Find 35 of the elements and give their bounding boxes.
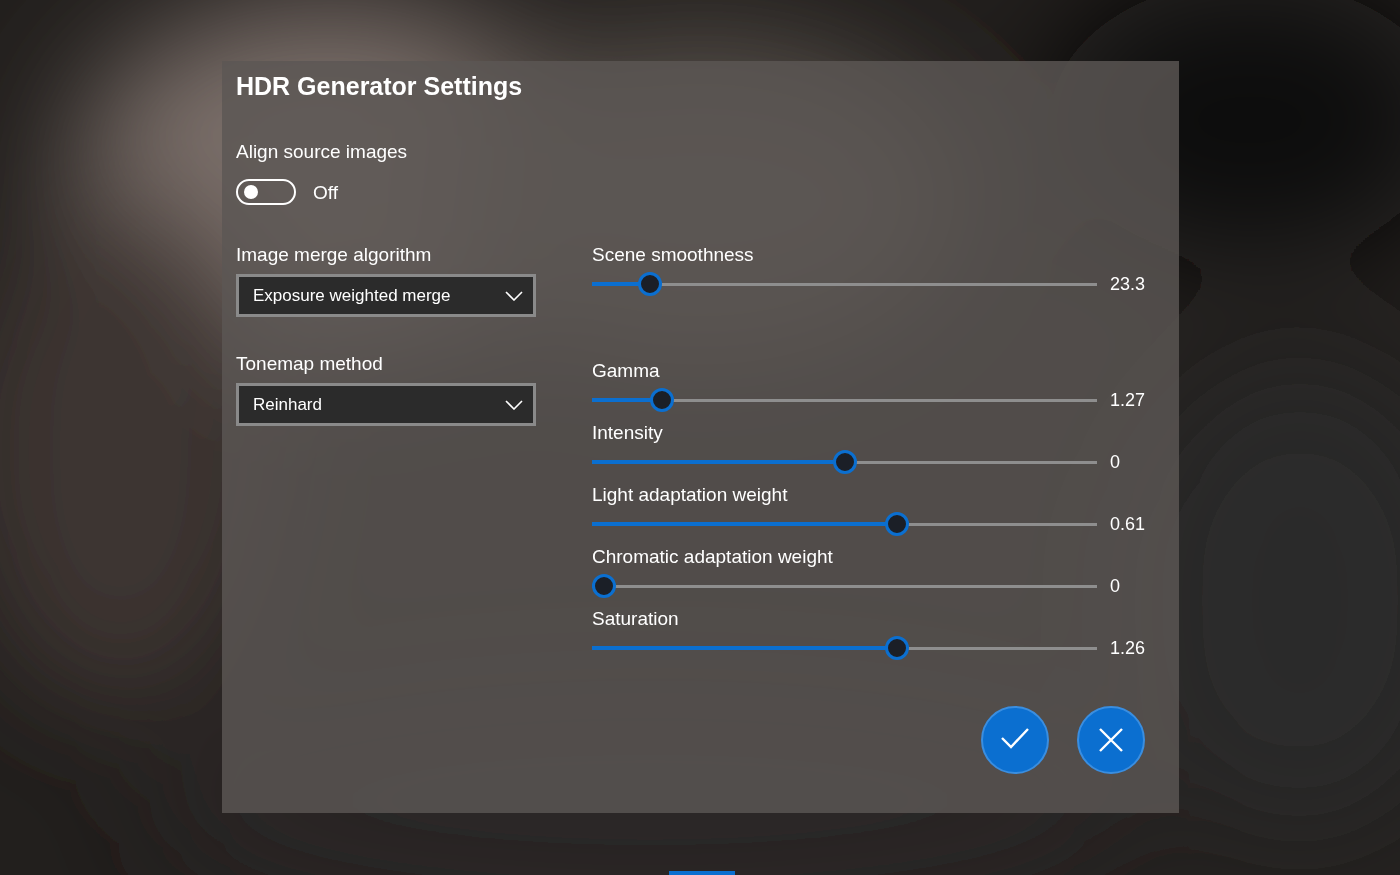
slider-thumb[interactable]	[832, 450, 857, 474]
slider-thumb[interactable]	[649, 388, 674, 412]
slider-thumb[interactable]	[885, 636, 910, 660]
field-label: Image merge algorithm	[236, 243, 433, 266]
slider[interactable]	[592, 573, 1097, 599]
slider-thumb[interactable]	[592, 574, 616, 598]
chevron-down-icon	[505, 399, 523, 410]
slider-label: Chromatic adaptation weight	[592, 545, 834, 568]
slider-label: Intensity	[592, 421, 664, 444]
active-indicator	[669, 871, 735, 875]
slider[interactable]	[592, 635, 1097, 661]
dropdown[interactable]: Reinhard	[236, 383, 536, 426]
slider-value: 0	[1110, 451, 1120, 473]
chevron-down-icon	[505, 290, 523, 301]
toggle-state: Off	[313, 180, 338, 204]
slider-value: 0.61	[1110, 513, 1146, 535]
toggle-switch[interactable]	[236, 179, 296, 205]
slider-thumb[interactable]	[638, 272, 663, 296]
toggle-label: Align source images	[236, 140, 409, 163]
slider-label: Saturation	[592, 607, 680, 630]
slider-value: 23.3	[1110, 273, 1146, 295]
slider[interactable]	[592, 511, 1097, 537]
slider-label: Gamma	[592, 359, 661, 382]
slider-thumb[interactable]	[885, 512, 910, 536]
slider[interactable]	[592, 271, 1097, 297]
slider-value: 1.27	[1110, 389, 1146, 411]
dropdown[interactable]: Exposure weighted merge	[236, 274, 536, 317]
slider-label: Light adaptation weight	[592, 483, 789, 506]
slider[interactable]	[592, 387, 1097, 413]
field-label: Tonemap method	[236, 352, 384, 375]
dialog-title: HDR Generator Settings	[236, 71, 524, 102]
slider-value: 1.26	[1110, 637, 1146, 659]
slider-value: 0	[1110, 575, 1120, 597]
slider-label: Scene smoothness	[592, 243, 755, 266]
slider[interactable]	[592, 449, 1097, 475]
